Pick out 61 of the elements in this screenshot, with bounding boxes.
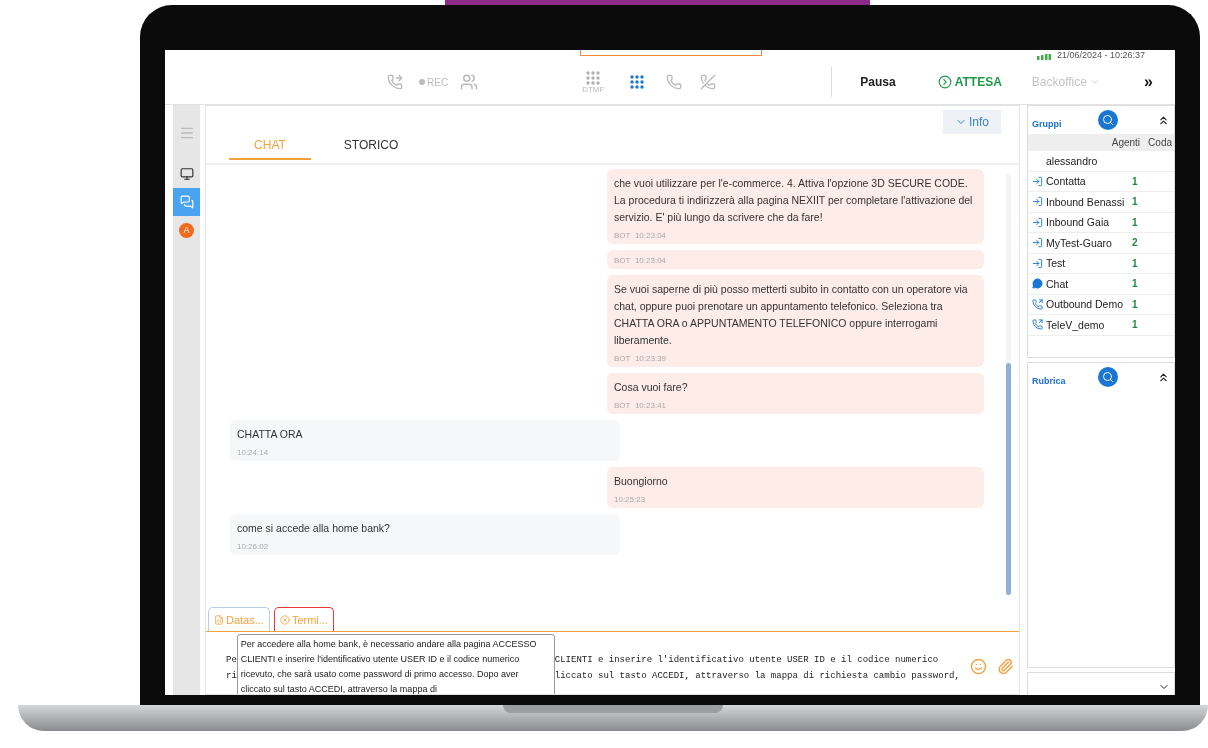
- signal-icon: [1036, 54, 1051, 60]
- message-meta: BOT 10:23:41: [614, 401, 668, 410]
- group-row[interactable]: Inbound Benassi 1: [1028, 192, 1174, 213]
- datetime-text: 21/06/2024 - 10:26:37: [1056, 51, 1145, 60]
- login-arrow-icon: [1031, 175, 1043, 187]
- pause-button[interactable]: Pausa: [860, 75, 896, 89]
- message-text: Se vuoi saperne di più posso metterti subito in contatto con un operatore via chat, oppure puoi prenotare un appuntamento telefonico. Seleziona tra CHATTA ORA o APPUNTAMENTO TELEFONICO oppure interrogami liberamente.: [614, 282, 969, 348]
- group-row[interactable]: TeleV_demo 1: [1028, 315, 1174, 336]
- message-meta: 10:26:02: [237, 542, 270, 551]
- message-meta: BOT 10:23:04: [614, 231, 668, 240]
- panel-title: Gruppi: [1032, 119, 1063, 129]
- group-row[interactable]: Inbound Gaia 1: [1028, 212, 1174, 233]
- conference-button[interactable]: [460, 73, 479, 91]
- chevron-circle-icon: [937, 75, 952, 89]
- transfer-call-button[interactable]: [666, 74, 683, 90]
- message-input[interactable]: Pe ri Per accedere alla home bank, è necessario andare alla pagina ACCESSO CLIENTI e inserire l'identificativo utente USER ID e il codice numerico ricevuto, che sarà usato come password di primo accesso. Dopo aver cliccato sul tasto ACCEDI, attraverso la mappa di CLIENTI e inserire l'identificativo utente USER ID e il codice numerico liccato sul tasto ACCEDI, attraverso la mappa di richiesta cambio password,: [206, 632, 1019, 694]
- group-row[interactable]: Test 1: [1028, 253, 1174, 274]
- hold-call-button[interactable]: [387, 74, 403, 90]
- hang-up-button[interactable]: [700, 74, 717, 90]
- agent-badge: A: [179, 222, 194, 238]
- login-arrow-icon: [1031, 237, 1043, 249]
- group-row[interactable]: Chat 1: [1028, 274, 1174, 295]
- suggestion-tooltip: Per accedere alla home bank, è necessario andare alla pagina ACCESSO CLIENTI e inserire l'identificativo utente USER ID e il codice numerico ricevuto, che sarà usato come password di primo accesso. Dopo aver cliccato sul tasto ACCEDI, attraverso la mappa di: [236, 634, 555, 694]
- message-text: CHATTA ORA: [237, 427, 304, 442]
- group-row[interactable]: alessandro: [1028, 151, 1174, 172]
- table-header: Agenti Coda: [1028, 134, 1174, 151]
- phone-icon: [1031, 319, 1043, 331]
- message-text: come si accede alla home bank?: [237, 521, 391, 536]
- search-icon: [1102, 114, 1114, 126]
- search-button[interactable]: [1098, 110, 1118, 130]
- info-button[interactable]: Info: [943, 110, 1001, 134]
- attachment-icon[interactable]: [996, 657, 1014, 675]
- keypad-button[interactable]: [630, 75, 645, 89]
- spreadsheet-icon: [214, 614, 224, 625]
- login-arrow-icon: [1031, 257, 1043, 269]
- caret-icon: [1089, 77, 1100, 87]
- wait-button[interactable]: ATTESA: [937, 75, 1002, 89]
- close-circle-icon: [279, 614, 290, 625]
- panel-title: Rubrica: [1032, 376, 1067, 386]
- group-row[interactable]: MyTest-Guaro 2: [1028, 233, 1174, 254]
- chat-bubble-icon: [1031, 278, 1043, 290]
- group-row[interactable]: Contatta 1: [1028, 171, 1174, 192]
- search-button[interactable]: [1098, 367, 1118, 387]
- chat-tab[interactable]: STORICO: [311, 138, 431, 160]
- message-meta: BOT 10:23:39: [614, 354, 668, 363]
- login-arrow-icon: [1031, 216, 1043, 228]
- monitor-icon: [179, 167, 194, 181]
- emoji-icon[interactable]: [969, 657, 987, 675]
- message-text: Buongiorno: [614, 474, 669, 489]
- scrollbar-thumb[interactable]: [1006, 362, 1011, 595]
- message-text: Cosa vuoi fare?: [614, 380, 689, 395]
- message-meta: 10:24:14: [237, 448, 270, 457]
- group-row[interactable]: Outbound Demo 1: [1028, 294, 1174, 315]
- login-arrow-icon: [1031, 196, 1043, 208]
- more-button[interactable]: »: [1143, 73, 1153, 91]
- message-meta: 10:25:23: [614, 495, 647, 504]
- chat-bubbles-icon: [179, 195, 194, 209]
- search-icon: [1102, 371, 1114, 383]
- message-meta: BOT 10:23:04: [614, 256, 668, 265]
- message-text: che vuoi utilizzare per l'e-commerce. 4. Attiva l'opzione 3D SECURE CODE. La procedura ti indirizzerà alla pagina NEXIIT per completare l'attivazione del servizio. E' più lungo da scrivere che da fare!: [614, 176, 974, 225]
- phone-icon: [1031, 298, 1043, 310]
